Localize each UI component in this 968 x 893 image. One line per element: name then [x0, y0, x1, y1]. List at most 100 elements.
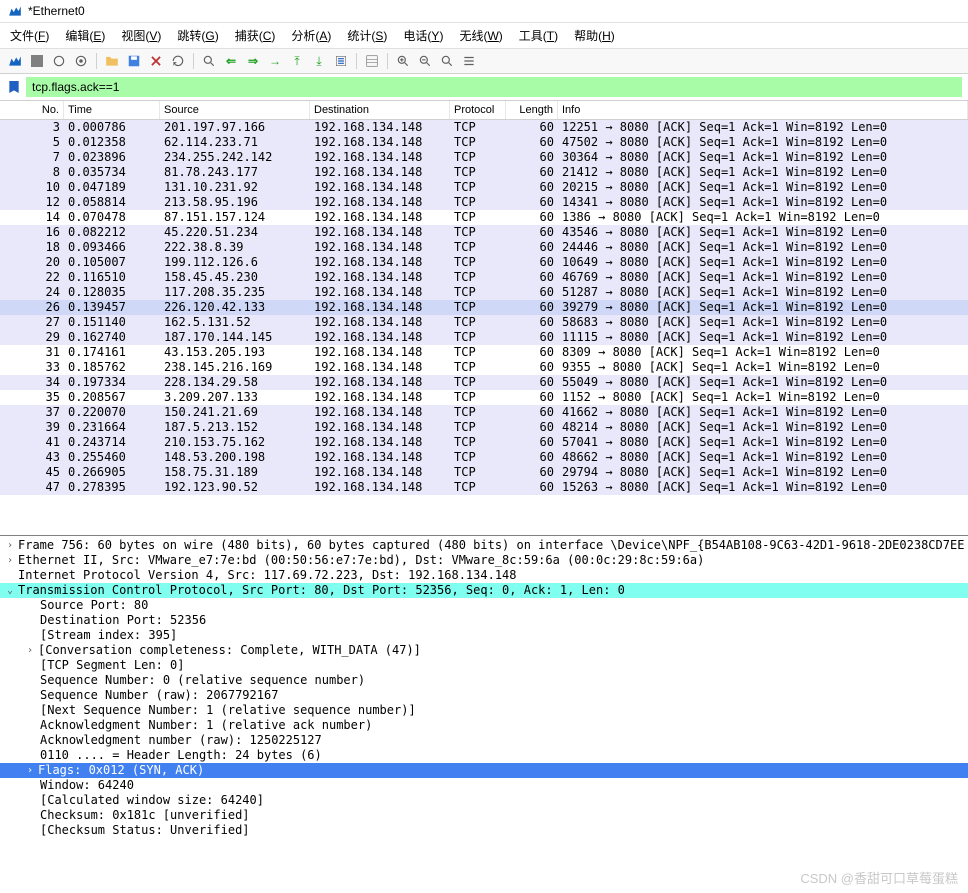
packet-row[interactable]: 220.116510158.45.45.230192.168.134.148TC…	[0, 270, 968, 285]
detail-src-port[interactable]: Source Port: 80	[0, 598, 968, 613]
go-back-button[interactable]: ⇐	[222, 52, 240, 70]
detail-ip[interactable]: Internet Protocol Version 4, Src: 117.69…	[0, 568, 968, 583]
resize-columns-button[interactable]	[460, 52, 478, 70]
stop-capture-button[interactable]	[28, 52, 46, 70]
packet-row[interactable]: 160.08221245.220.51.234192.168.134.148TC…	[0, 225, 968, 240]
packet-row[interactable]: 390.231664187.5.213.152192.168.134.148TC…	[0, 420, 968, 435]
column-info[interactable]: Info	[558, 101, 968, 119]
detail-flags[interactable]: ›Flags: 0x012 (SYN, ACK)	[0, 763, 968, 778]
detail-stream-index[interactable]: [Stream index: 395]	[0, 628, 968, 643]
packet-row[interactable]: 410.243714210.153.75.162192.168.134.148T…	[0, 435, 968, 450]
packet-row[interactable]: 120.058814213.58.95.196192.168.134.148TC…	[0, 195, 968, 210]
cell-no: 18	[0, 240, 64, 255]
packet-row[interactable]: 290.162740187.170.144.145192.168.134.148…	[0, 330, 968, 345]
expand-icon[interactable]: ›	[4, 553, 16, 568]
detail-header-len[interactable]: 0110 .... = Header Length: 24 bytes (6)	[0, 748, 968, 763]
packet-row[interactable]: 340.197334228.134.29.58192.168.134.148TC…	[0, 375, 968, 390]
detail-ack-num[interactable]: Acknowledgment Number: 1 (relative ack n…	[0, 718, 968, 733]
menu-item[interactable]: 工具(T)	[513, 25, 564, 46]
auto-scroll-button[interactable]	[332, 52, 350, 70]
detail-checksum[interactable]: Checksum: 0x181c [unverified]	[0, 808, 968, 823]
packet-row[interactable]: 450.266905158.75.31.189192.168.134.148TC…	[0, 465, 968, 480]
menu-item[interactable]: 跳转(G)	[171, 25, 224, 46]
filter-bookmark-icon[interactable]	[6, 79, 22, 95]
colorize-button[interactable]	[363, 52, 381, 70]
menu-item[interactable]: 编辑(E)	[59, 25, 111, 46]
column-protocol[interactable]: Protocol	[450, 101, 506, 119]
detail-conversation[interactable]: ›[Conversation completeness: Complete, W…	[0, 643, 968, 658]
cell-destination: 192.168.134.148	[310, 165, 450, 180]
menu-item[interactable]: 视图(V)	[115, 25, 167, 46]
column-length[interactable]: Length	[506, 101, 558, 119]
detail-tcp[interactable]: ⌄Transmission Control Protocol, Src Port…	[0, 583, 968, 598]
column-no[interactable]: No.	[0, 101, 64, 119]
go-to-packet-button[interactable]: →	[266, 52, 284, 70]
packet-list-pane[interactable]: No. Time Source Destination Protocol Len…	[0, 101, 968, 536]
packet-row[interactable]: 200.105007199.112.126.6192.168.134.148TC…	[0, 255, 968, 270]
packet-row[interactable]: 260.139457226.120.42.133192.168.134.148T…	[0, 300, 968, 315]
zoom-reset-button[interactable]	[438, 52, 456, 70]
packet-row[interactable]: 350.2085673.209.207.133192.168.134.148TC…	[0, 390, 968, 405]
detail-seq-raw[interactable]: Sequence Number (raw): 2067792167	[0, 688, 968, 703]
start-capture-button[interactable]	[6, 52, 24, 70]
expand-icon[interactable]: ›	[24, 643, 36, 658]
menu-item[interactable]: 无线(W)	[453, 25, 508, 46]
find-packet-button[interactable]	[200, 52, 218, 70]
menu-item[interactable]: 捕获(C)	[229, 25, 282, 46]
packet-row[interactable]: 180.093466222.38.8.39192.168.134.148TCP6…	[0, 240, 968, 255]
packet-row[interactable]: 30.000786201.197.97.166192.168.134.148TC…	[0, 120, 968, 135]
menu-item[interactable]: 分析(A)	[285, 25, 337, 46]
packet-row[interactable]: 80.03573481.78.243.177192.168.134.148TCP…	[0, 165, 968, 180]
packet-row[interactable]: 70.023896234.255.242.142192.168.134.148T…	[0, 150, 968, 165]
zoom-in-button[interactable]	[394, 52, 412, 70]
packet-list-body[interactable]: 30.000786201.197.97.166192.168.134.148TC…	[0, 120, 968, 495]
detail-frame[interactable]: ›Frame 756: 60 bytes on wire (480 bits),…	[0, 538, 968, 553]
detail-seq-num[interactable]: Sequence Number: 0 (relative sequence nu…	[0, 673, 968, 688]
packet-row[interactable]: 50.01235862.114.233.71192.168.134.148TCP…	[0, 135, 968, 150]
close-file-button[interactable]	[147, 52, 165, 70]
cell-destination: 192.168.134.148	[310, 225, 450, 240]
packet-row[interactable]: 100.047189131.10.231.92192.168.134.148TC…	[0, 180, 968, 195]
reload-button[interactable]	[169, 52, 187, 70]
go-last-button[interactable]: ⤓	[310, 52, 328, 70]
detail-dst-port[interactable]: Destination Port: 52356	[0, 613, 968, 628]
packet-row[interactable]: 330.185762238.145.216.169192.168.134.148…	[0, 360, 968, 375]
packet-row[interactable]: 430.255460148.53.200.198192.168.134.148T…	[0, 450, 968, 465]
cell-protocol: TCP	[450, 300, 506, 315]
menu-item[interactable]: 电话(Y)	[397, 25, 449, 46]
packet-row[interactable]: 470.278395192.123.90.52192.168.134.148TC…	[0, 480, 968, 495]
packet-row[interactable]: 140.07047887.151.157.124192.168.134.148T…	[0, 210, 968, 225]
detail-ack-raw[interactable]: Acknowledgment number (raw): 1250225127	[0, 733, 968, 748]
packet-row[interactable]: 270.151140162.5.131.52192.168.134.148TCP…	[0, 315, 968, 330]
column-destination[interactable]: Destination	[310, 101, 450, 119]
detail-next-seq[interactable]: [Next Sequence Number: 1 (relative seque…	[0, 703, 968, 718]
restart-capture-button[interactable]	[50, 52, 68, 70]
capture-options-button[interactable]	[72, 52, 90, 70]
menu-item[interactable]: 帮助(H)	[568, 25, 621, 46]
detail-calc-window[interactable]: [Calculated window size: 64240]	[0, 793, 968, 808]
cell-time: 0.035734	[64, 165, 160, 180]
save-file-button[interactable]	[125, 52, 143, 70]
go-forward-button[interactable]: ⇒	[244, 52, 262, 70]
menu-item[interactable]: 文件(F)	[4, 25, 55, 46]
menu-item[interactable]: 统计(S)	[341, 25, 393, 46]
collapse-icon[interactable]: ⌄	[4, 583, 16, 598]
zoom-out-button[interactable]	[416, 52, 434, 70]
detail-seg-len[interactable]: [TCP Segment Len: 0]	[0, 658, 968, 673]
expand-icon[interactable]	[4, 568, 16, 583]
packet-row[interactable]: 240.128035117.208.35.235192.168.134.148T…	[0, 285, 968, 300]
column-source[interactable]: Source	[160, 101, 310, 119]
expand-icon[interactable]: ›	[4, 538, 16, 553]
display-filter-input[interactable]	[26, 77, 962, 97]
detail-window[interactable]: Window: 64240	[0, 778, 968, 793]
detail-checksum-status[interactable]: [Checksum Status: Unverified]	[0, 823, 968, 838]
packet-details-pane[interactable]: ›Frame 756: 60 bytes on wire (480 bits),…	[0, 536, 968, 861]
go-first-button[interactable]: ⤒	[288, 52, 306, 70]
cell-time: 0.047189	[64, 180, 160, 195]
packet-row[interactable]: 310.17416143.153.205.193192.168.134.148T…	[0, 345, 968, 360]
expand-icon[interactable]: ›	[24, 763, 36, 778]
open-file-button[interactable]	[103, 52, 121, 70]
detail-ethernet[interactable]: ›Ethernet II, Src: VMware_e7:7e:bd (00:5…	[0, 553, 968, 568]
packet-row[interactable]: 370.220070150.241.21.69192.168.134.148TC…	[0, 405, 968, 420]
column-time[interactable]: Time	[64, 101, 160, 119]
